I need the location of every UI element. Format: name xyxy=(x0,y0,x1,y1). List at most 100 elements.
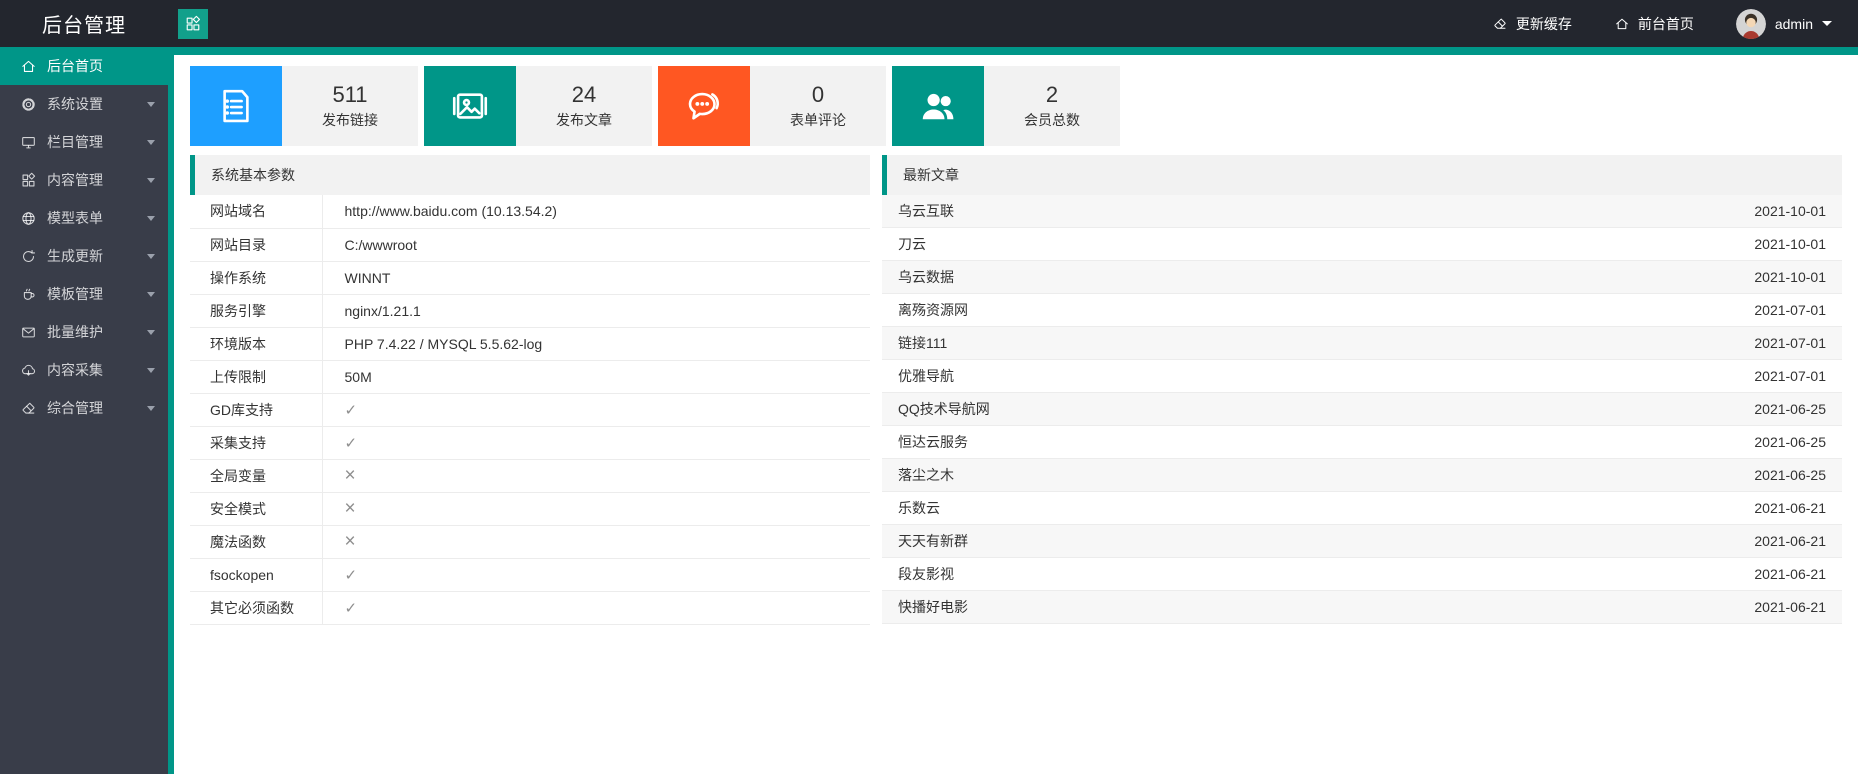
article-list-item[interactable]: 快播好电影 2021-06-21 xyxy=(882,591,1842,624)
chevron-down-icon xyxy=(147,215,155,221)
stat-value: 0 xyxy=(811,82,825,107)
eraser-icon xyxy=(1492,16,1508,32)
article-list-item[interactable]: 天天有新群 2021-06-21 xyxy=(882,525,1842,558)
system-params-title: 系统基本参数 xyxy=(190,155,870,195)
check-icon: ✓ xyxy=(344,434,358,452)
param-value: WINNT xyxy=(322,261,870,295)
param-value: http://www.baidu.com (10.13.54.2) xyxy=(322,195,870,229)
stat-cards: 511 发布链接 24 发布文章 0 表单评论 2 会员总数 xyxy=(190,66,1842,146)
sidebar-item-content-manage[interactable]: 内容管理 xyxy=(0,161,168,199)
param-label: GD库支持 xyxy=(190,393,323,427)
article-title: 段友影视 xyxy=(898,566,954,582)
sidebar-item-label: 综合管理 xyxy=(47,400,103,416)
param-value: C:/wwwroot xyxy=(322,228,870,262)
envelope-icon xyxy=(20,324,37,341)
chevron-down-icon xyxy=(147,405,155,411)
table-row: fsockopen ✓ xyxy=(190,558,870,592)
sidebar-item-label: 模型表单 xyxy=(47,210,103,226)
param-label: 上传限制 xyxy=(190,360,323,394)
header-accent-bar xyxy=(174,47,1858,55)
article-date: 2021-10-01 xyxy=(1754,269,1826,285)
sidebar: 后台首页 系统设置栏目管理内容管理模型表单生成更新模板管理批量维护 内容采集综合管理 xyxy=(0,47,174,774)
user-menu[interactable]: admin xyxy=(1735,8,1832,39)
check-icon: ✓ xyxy=(344,566,358,584)
stat-card-info: 2 会员总数 xyxy=(984,66,1120,146)
sidebar-item-generate-update[interactable]: 生成更新 xyxy=(0,237,168,275)
param-value: × xyxy=(322,492,870,526)
stat-card-total-members: 2 会员总数 xyxy=(892,66,1120,146)
article-title: 乐数云 xyxy=(898,500,940,516)
app-title: 后台管理 xyxy=(42,15,126,37)
article-date: 2021-07-01 xyxy=(1754,368,1826,384)
update-cache-label: 更新缓存 xyxy=(1515,15,1572,32)
article-list-item[interactable]: 刀云 2021-10-01 xyxy=(882,228,1842,261)
document-icon xyxy=(190,66,282,146)
param-label: 服务引擎 xyxy=(190,294,323,328)
article-list-item[interactable]: 乌云互联 2021-10-01 xyxy=(882,195,1842,228)
table-row: 魔法函数 × xyxy=(190,525,870,559)
param-label: 全局变量 xyxy=(190,459,323,493)
table-row: 网站域名 http://www.baidu.com (10.13.54.2) xyxy=(190,195,870,229)
article-title: 链接111 xyxy=(898,335,948,351)
grid-icon xyxy=(20,172,37,189)
frontend-home-label: 前台首页 xyxy=(1637,15,1694,32)
article-date: 2021-07-01 xyxy=(1754,335,1826,351)
system-params-table: 网站域名 http://www.baidu.com (10.13.54.2) 网站目… xyxy=(190,195,870,625)
article-date: 2021-10-01 xyxy=(1754,203,1826,219)
sidebar-item-system-settings[interactable]: 系统设置 xyxy=(0,85,168,123)
table-row: 全局变量 × xyxy=(190,459,870,493)
cross-icon: × xyxy=(344,465,356,486)
sidebar-item-general-manage[interactable]: 综合管理 xyxy=(0,389,168,427)
sidebar-item-batch-maintain[interactable]: 批量维护 xyxy=(0,313,168,351)
stat-value: 511 xyxy=(332,82,368,107)
table-row: 环境版本 PHP 7.4.22 / MYSQL 5.5.62-log xyxy=(190,327,870,361)
param-label: 其它必须函数 xyxy=(190,591,323,625)
check-icon: ✓ xyxy=(344,401,358,419)
table-row: 上传限制 50M xyxy=(190,360,870,394)
param-value: nginx/1.21.1 xyxy=(322,294,870,328)
param-label: fsockopen xyxy=(190,558,323,592)
param-label: 魔法函数 xyxy=(190,525,323,559)
article-list-item[interactable]: 段友影视 2021-06-21 xyxy=(882,558,1842,591)
sidebar-item-model-forms[interactable]: 模型表单 xyxy=(0,199,168,237)
article-list-item[interactable]: 优雅导航 2021-07-01 xyxy=(882,360,1842,393)
param-value: ✓ xyxy=(322,426,870,460)
article-list-item[interactable]: 落尘之木 2021-06-25 xyxy=(882,459,1842,492)
param-label: 网站目录 xyxy=(190,228,323,262)
frontend-home-button[interactable]: 前台首页 xyxy=(1614,14,1694,34)
monitor-icon xyxy=(20,134,37,151)
article-date: 2021-06-21 xyxy=(1754,566,1826,582)
comments-icon xyxy=(658,66,750,146)
chevron-down-icon xyxy=(147,177,155,183)
table-row: 网站目录 C:/wwwroot xyxy=(190,228,870,262)
article-list-item[interactable]: 恒达云服务 2021-06-25 xyxy=(882,426,1842,459)
grid-icon xyxy=(184,15,202,33)
article-list-item[interactable]: 乐数云 2021-06-21 xyxy=(882,492,1842,525)
grid-menu-button[interactable] xyxy=(178,8,208,39)
chevron-down-icon xyxy=(147,329,155,335)
article-list-item[interactable]: 离殇资源网 2021-07-01 xyxy=(882,294,1842,327)
topbar: 后台管理 更新缓存 前台首页 admin xyxy=(0,0,1858,47)
cloud-download-icon xyxy=(20,362,37,379)
param-value: × xyxy=(322,459,870,493)
param-value: PHP 7.4.22 / MYSQL 5.5.62-log xyxy=(322,327,870,361)
param-label: 采集支持 xyxy=(190,426,323,460)
stat-label: 发布文章 xyxy=(556,112,612,128)
sidebar-item-template-manage[interactable]: 模板管理 xyxy=(0,275,168,313)
update-cache-button[interactable]: 更新缓存 xyxy=(1492,14,1572,34)
article-title: 乌云互联 xyxy=(898,203,954,219)
latest-articles-panel: 最新文章 乌云互联 2021-10-01 刀云 2021-10-01 乌云数据 2021-… xyxy=(882,155,1842,624)
article-list-item[interactable]: QQ技术导航网 2021-06-25 xyxy=(882,393,1842,426)
stat-value: 2 xyxy=(1045,82,1059,107)
param-value: 50M xyxy=(322,360,870,394)
sidebar-item-label: 栏目管理 xyxy=(47,134,103,150)
article-list-item[interactable]: 链接111 2021-07-01 xyxy=(882,327,1842,360)
article-date: 2021-07-01 xyxy=(1754,302,1826,318)
sidebar-item-home[interactable]: 后台首页 xyxy=(0,47,168,85)
home-icon xyxy=(1614,16,1630,32)
article-title: 刀云 xyxy=(898,236,926,252)
sidebar-item-label: 模板管理 xyxy=(47,286,103,302)
sidebar-item-content-collect[interactable]: 内容采集 xyxy=(0,351,168,389)
sidebar-item-column-manage[interactable]: 栏目管理 xyxy=(0,123,168,161)
article-list-item[interactable]: 乌云数据 2021-10-01 xyxy=(882,261,1842,294)
